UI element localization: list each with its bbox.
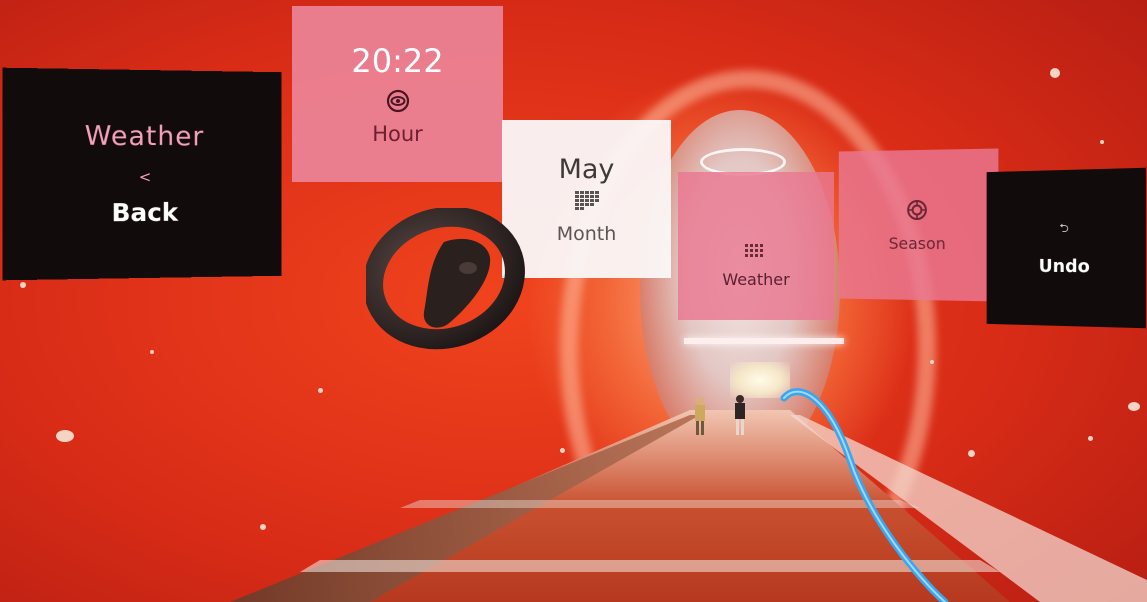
snow-speck	[56, 430, 74, 442]
hour-label: Hour	[372, 122, 423, 146]
undo-label: Undo	[1038, 255, 1090, 278]
tunnel-end-light	[730, 362, 790, 398]
season-label: Season	[888, 233, 946, 253]
month-label: Month	[556, 222, 617, 245]
month-value: May	[558, 153, 615, 185]
vr-scene: Weather < Back 20:22 Hour May Month Weat…	[0, 0, 1147, 602]
controller-grip	[423, 238, 491, 328]
snow-speck	[150, 350, 154, 354]
season-button[interactable]: Season	[838, 148, 999, 302]
snow-speck	[1088, 436, 1093, 441]
chevron-left-icon: <	[138, 167, 152, 187]
undo-button[interactable]: ⮌ Undo	[986, 167, 1146, 329]
hour-value: 20:22	[351, 42, 444, 80]
weather-label: Weather	[722, 269, 790, 289]
vr-controller	[366, 208, 525, 350]
snow-speck	[1100, 140, 1104, 144]
weather-button[interactable]: Weather	[678, 172, 834, 320]
snow-speck	[1128, 402, 1140, 411]
snow-speck	[930, 360, 934, 364]
back-panel-context-title: Weather	[84, 120, 205, 153]
snow-speck	[968, 450, 975, 457]
npc-character-right	[735, 395, 745, 435]
flower-icon	[905, 197, 929, 225]
back-label: Back	[111, 197, 179, 228]
undo-arrow-icon: ⮌	[1059, 220, 1069, 236]
snow-speck	[318, 388, 323, 393]
calendar-grid-icon	[574, 190, 599, 215]
snow-speck	[20, 282, 26, 288]
weather-grid-icon	[745, 243, 767, 266]
snow-speck	[260, 524, 266, 530]
controller-thumbstick	[459, 262, 477, 274]
hour-button[interactable]: 20:22 Hour	[292, 6, 503, 182]
back-button[interactable]: Weather < Back	[2, 67, 282, 281]
ceiling-light-strip	[684, 338, 844, 344]
snow-speck	[1050, 68, 1060, 78]
npc-character-left	[695, 397, 705, 435]
snow-speck	[560, 448, 565, 453]
eye-icon	[385, 88, 411, 118]
